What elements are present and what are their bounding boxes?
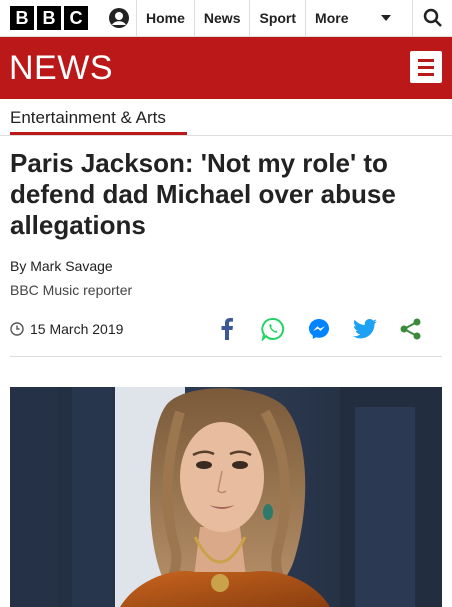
search-icon [423, 8, 442, 27]
search-button[interactable] [412, 0, 452, 36]
nav-news[interactable]: News [193, 0, 250, 36]
bbc-logo-letter: C [64, 6, 88, 30]
whatsapp-icon[interactable] [260, 316, 286, 342]
twitter-icon[interactable] [352, 316, 378, 342]
nav-more[interactable]: More [305, 0, 400, 36]
account-icon [109, 8, 129, 28]
byline-author: By Mark Savage [10, 258, 113, 274]
facebook-icon[interactable] [214, 316, 240, 342]
date-text: 15 March 2019 [30, 321, 124, 337]
top-navigation-bar: B B C Home News Sport More [0, 0, 452, 37]
nav-more-label: More [315, 10, 349, 26]
section-link[interactable]: Entertainment & Arts [10, 108, 166, 128]
news-title[interactable]: NEWS [9, 49, 113, 88]
news-banner: NEWS [0, 37, 452, 99]
hamburger-menu-icon [418, 65, 434, 69]
bbc-logo-letter: B [37, 6, 61, 30]
clock-icon [10, 322, 24, 336]
messenger-icon[interactable] [306, 316, 332, 342]
hamburger-menu-icon [418, 58, 434, 62]
hamburger-menu-icon [418, 72, 434, 76]
share-tools [214, 316, 424, 342]
bbc-logo-letter: B [10, 6, 34, 30]
byline-divider [10, 356, 442, 357]
nav-home[interactable]: Home [136, 0, 194, 36]
account-button[interactable] [102, 0, 136, 36]
article-date: 15 March 2019 [10, 321, 123, 337]
byline-role: BBC Music reporter [10, 282, 133, 298]
bbc-logo[interactable]: B B C [0, 0, 102, 36]
article-photo [10, 387, 442, 607]
nav-sport[interactable]: Sport [249, 0, 305, 36]
section-divider [0, 135, 452, 136]
article-headline: Paris Jackson: 'Not my role' to defend d… [10, 148, 396, 240]
menu-button[interactable] [410, 51, 442, 83]
portrait-image [10, 387, 442, 607]
share-icon[interactable] [398, 316, 424, 342]
chevron-down-icon [381, 15, 392, 21]
